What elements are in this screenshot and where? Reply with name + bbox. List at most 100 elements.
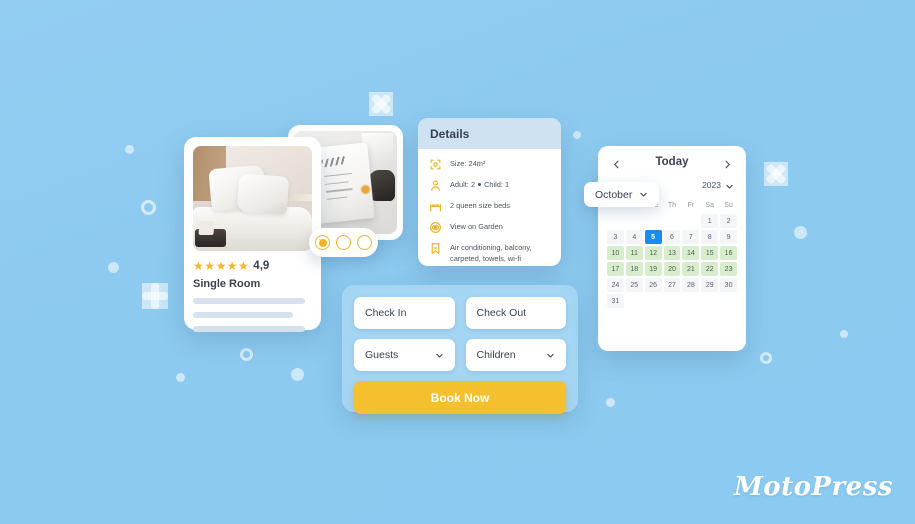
calendar-day-5[interactable]: 5 xyxy=(644,230,662,244)
calendar-day-10[interactable]: 10 xyxy=(607,246,624,260)
weekday-su: Su xyxy=(724,202,733,209)
deco-ring xyxy=(240,348,253,361)
details-panel-header: Details xyxy=(418,118,561,149)
month-select[interactable]: October xyxy=(584,182,660,207)
calendar-day-12[interactable]: 12 xyxy=(644,246,662,260)
detail-row-size: Size: 24m² xyxy=(429,158,550,171)
calendar-day-grid: 1 2 3 4 5 6 7 8 9 10 11 12 13 14 15 16 17 18 19 20 21 22 23 24 2… xyxy=(607,214,737,308)
calendar-week-row: 3456789 xyxy=(607,230,737,244)
room-card[interactable]: ★★★★★ 4,9 Single Room xyxy=(184,137,321,332)
photo-line xyxy=(323,173,352,178)
carousel-dot-2[interactable] xyxy=(336,235,351,250)
photo-line xyxy=(326,196,348,201)
calendar-day-7[interactable]: 7 xyxy=(682,230,700,244)
calendar-day-26[interactable]: 26 xyxy=(644,278,662,292)
calendar-day-empty xyxy=(682,294,699,308)
calendar-day-25[interactable]: 25 xyxy=(625,278,643,292)
calendar-day-13[interactable]: 13 xyxy=(663,246,681,260)
year-value: 2023 xyxy=(702,180,721,190)
guests-value: Guests xyxy=(365,349,399,361)
calendar-day-21[interactable]: 21 xyxy=(682,262,700,276)
chevron-right-icon[interactable] xyxy=(722,157,733,168)
photo-lamp-shape xyxy=(198,220,215,235)
photo-carousel-dots[interactable] xyxy=(309,228,378,257)
calendar-day-3[interactable]: 3 xyxy=(607,230,624,244)
calendar-day-18[interactable]: 18 xyxy=(625,262,643,276)
calendar-day-15[interactable]: 15 xyxy=(701,246,719,260)
calendar-day-empty xyxy=(607,214,624,228)
calendar-day-empty xyxy=(682,214,699,228)
details-panel: Details Size: 24m² Adult: 2 Child: 1 2 q… xyxy=(418,118,561,266)
chevron-down-icon xyxy=(546,351,555,360)
calendar-day-empty xyxy=(626,214,643,228)
deco-dot xyxy=(794,226,807,239)
details-title: Details xyxy=(430,127,470,141)
check-out-field[interactable]: Check Out xyxy=(465,297,566,329)
calendar-day-30[interactable]: 30 xyxy=(720,278,737,292)
year-select[interactable]: 2023 xyxy=(702,180,734,190)
weekday-fr: Fr xyxy=(687,202,695,209)
calendar-day-1[interactable]: 1 xyxy=(701,214,719,228)
calendar-day-23[interactable]: 23 xyxy=(720,262,737,276)
calendar-day-16[interactable]: 16 xyxy=(720,246,737,260)
deco-dot xyxy=(606,398,615,407)
room-title: Single Room xyxy=(193,278,261,290)
calendar-day-4[interactable]: 4 xyxy=(625,230,643,244)
book-now-button[interactable]: Book Now xyxy=(354,381,566,414)
calendar-day-14[interactable]: 14 xyxy=(682,246,700,260)
guests-select[interactable]: Guests xyxy=(354,339,455,371)
calendar-day-28[interactable]: 28 xyxy=(682,278,700,292)
details-list: Size: 24m² Adult: 2 Child: 1 2 queen size… xyxy=(418,149,561,264)
detail-row-view: View on Garden xyxy=(429,221,550,234)
eye-icon xyxy=(429,221,442,234)
adult-count: Adult: 2 xyxy=(450,180,476,189)
calendar-day-11[interactable]: 11 xyxy=(625,246,643,260)
deco-dot xyxy=(840,330,848,338)
children-value: Children xyxy=(476,349,516,361)
calendar-day-22[interactable]: 22 xyxy=(701,262,719,276)
check-in-field[interactable]: Check In xyxy=(354,297,455,329)
chevron-down-icon xyxy=(435,351,444,360)
weekday-th: Th xyxy=(667,202,677,209)
photo-line xyxy=(325,188,353,193)
deco-plus-icon xyxy=(142,283,168,309)
calendar-day-8[interactable]: 8 xyxy=(701,230,719,244)
detail-row-amenities: Air conditioning, balcony, carpeted, tow… xyxy=(429,242,550,264)
calendar-day-empty xyxy=(645,214,662,228)
date-field-row: Check In Check Out xyxy=(354,297,566,329)
room-photo xyxy=(193,146,312,251)
calendar-day-17[interactable]: 17 xyxy=(607,262,624,276)
calendar-day-27[interactable]: 27 xyxy=(663,278,681,292)
detail-text-occupancy: Adult: 2 Child: 1 xyxy=(450,179,509,191)
booking-form: Check In Check Out Guests Children Book … xyxy=(342,285,578,414)
chevron-down-icon xyxy=(639,190,648,199)
calendar-day-empty xyxy=(664,214,681,228)
photo-pillow-shape xyxy=(236,173,290,215)
calendar-today-label[interactable]: Today xyxy=(655,156,688,168)
star-rating-icon: ★★★★★ xyxy=(193,259,250,273)
children-select[interactable]: Children xyxy=(465,339,566,371)
calendar-week-row: 10 11 12 13 14 15 16 xyxy=(607,246,737,260)
calendar-day-24[interactable]: 24 xyxy=(607,278,624,292)
calendar-day-20[interactable]: 20 xyxy=(663,262,681,276)
calendar-day-6[interactable]: 6 xyxy=(663,230,681,244)
calendar-nav: Today xyxy=(607,156,737,168)
calendar-day-empty xyxy=(701,294,718,308)
detail-text-view: View on Garden xyxy=(450,222,503,231)
detail-text-beds: 2 queen size beds xyxy=(450,201,510,210)
detail-row-occupancy: Adult: 2 Child: 1 xyxy=(429,179,550,192)
motopress-logo: MotoPress xyxy=(733,472,893,502)
calendar-day-19[interactable]: 19 xyxy=(644,262,662,276)
carousel-dot-3[interactable] xyxy=(357,235,372,250)
chevron-left-icon[interactable] xyxy=(611,157,622,168)
chevron-down-icon xyxy=(725,182,734,189)
bullet-separator xyxy=(478,183,482,187)
month-value: October xyxy=(595,188,633,201)
check-out-value: Check Out xyxy=(476,307,527,319)
carousel-dot-1[interactable] xyxy=(315,235,330,250)
calendar-day-9[interactable]: 9 xyxy=(720,230,737,244)
calendar-day-2[interactable]: 2 xyxy=(720,214,737,228)
calendar-day-29[interactable]: 29 xyxy=(701,278,719,292)
photo-script-text-shape xyxy=(320,156,347,169)
calendar-day-31[interactable]: 31 xyxy=(607,294,624,308)
